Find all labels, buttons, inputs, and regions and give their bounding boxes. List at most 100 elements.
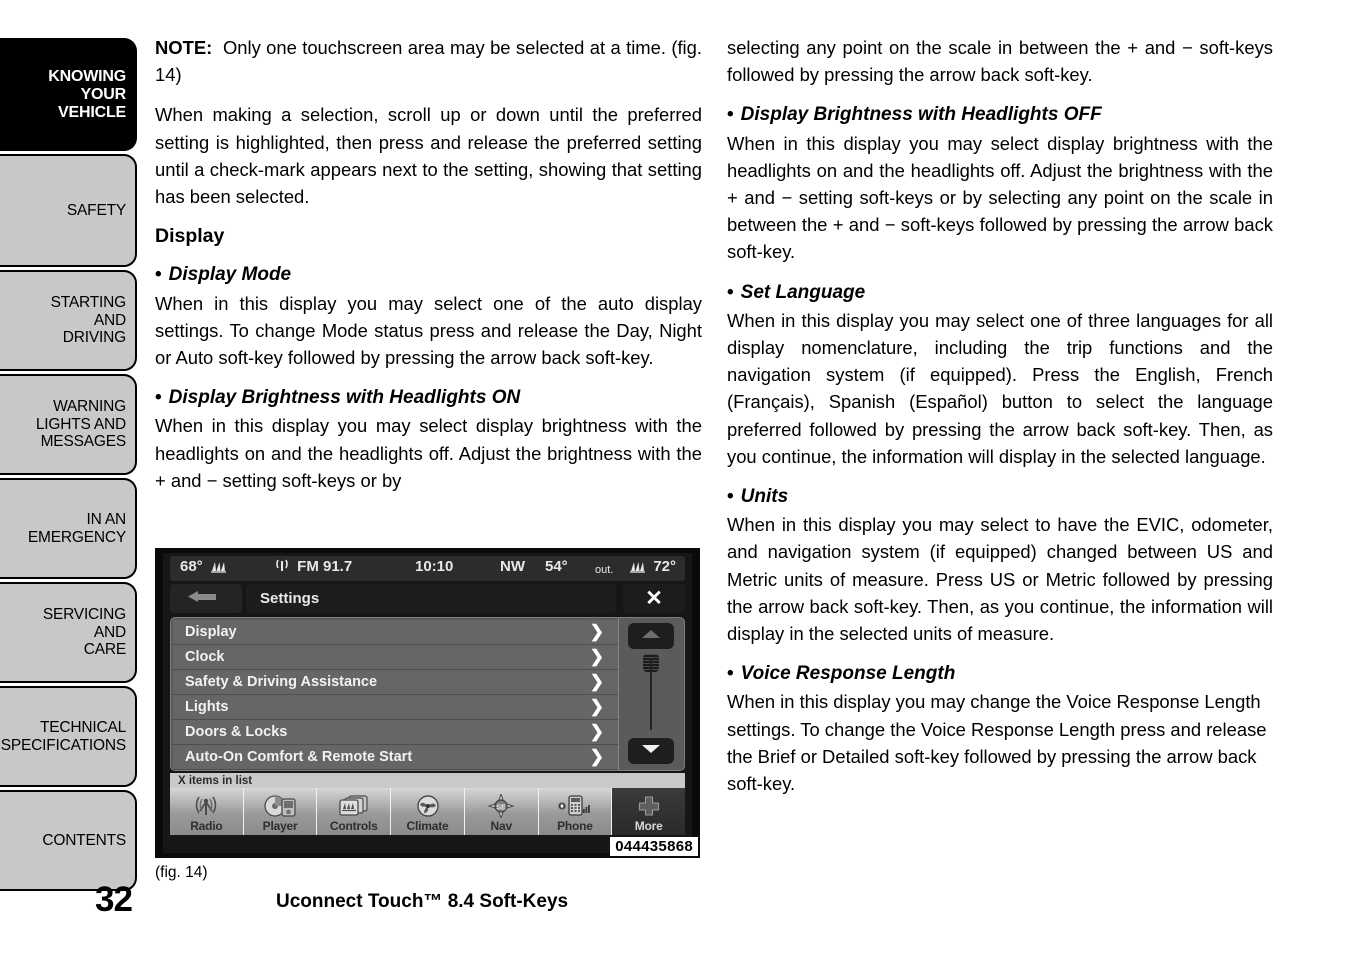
- scroll-track[interactable]: [650, 658, 652, 730]
- soft-key-label: Phone: [557, 819, 593, 833]
- close-soft-key[interactable]: ✕: [623, 584, 685, 613]
- climate-fan-icon: [413, 793, 443, 819]
- soft-key-label: Nav: [490, 819, 513, 833]
- sidebar-item-safety[interactable]: SAFETY: [0, 154, 137, 267]
- section-tab-rail: KNOWING YOUR VEHICLE SAFETY STARTING AND…: [0, 38, 137, 894]
- sidebar-item-starting-and-driving[interactable]: STARTING AND DRIVING: [0, 270, 137, 371]
- soft-key-label: Radio: [190, 819, 223, 833]
- list-item[interactable]: Safety & Driving Assistance ❯: [173, 670, 618, 695]
- screen-title-row: Settings ✕: [170, 584, 685, 613]
- phone-icon: [557, 793, 593, 819]
- soft-key-radio[interactable]: Radio: [170, 788, 244, 835]
- bullet-dot-icon: •: [155, 264, 162, 286]
- bullet-brightness-headlights-on: • Display Brightness with Headlights ON: [155, 384, 702, 411]
- controls-icon: [336, 793, 372, 819]
- paragraph-set-language: When in this display you may select one …: [727, 309, 1273, 467]
- soft-key-label: More: [634, 819, 663, 833]
- paragraph-brightness-headlights-off: When in this display you may select disp…: [727, 132, 1273, 263]
- radio-antenna-icon: [191, 793, 221, 819]
- scroll-up-button[interactable]: [628, 623, 674, 649]
- list-item[interactable]: Auto-On Comfort & Remote Start ❯: [173, 745, 618, 770]
- figure-caption: (fig. 14): [155, 864, 208, 881]
- paragraph-units: When in this display you may select to h…: [727, 514, 1273, 645]
- running-footer: Uconnect Touch™ 8.4 Soft-Keys: [276, 891, 569, 912]
- paragraph-continued-from-left: selecting any point on the scale in betw…: [727, 37, 1273, 86]
- settings-list-panel: Display ❯ Clock ❯ Safety & Driving Assis…: [170, 617, 685, 771]
- list-item-label: Safety & Driving Assistance: [185, 674, 378, 690]
- chevron-right-icon: ❯: [589, 747, 604, 766]
- right-text-column: selecting any point on the scale in betw…: [727, 34, 1273, 810]
- scroll-down-button[interactable]: [628, 738, 674, 764]
- list-scrollbar[interactable]: [618, 618, 684, 770]
- triangle-down-icon: [640, 742, 662, 760]
- bullet-brightness-on-label: Display Brightness with Headlights ON: [168, 387, 521, 409]
- triangle-up-icon: [640, 627, 662, 645]
- navigation-compass-icon: SE: [486, 793, 516, 819]
- list-item-label: Auto-On Comfort & Remote Start: [185, 749, 413, 765]
- sidebar-item-technical-specifications[interactable]: TECHNICAL SPECIFICATIONS: [0, 686, 137, 787]
- back-arrow-icon: [186, 589, 226, 609]
- fan-icon: [629, 560, 646, 577]
- soft-key-nav[interactable]: SE Nav: [464, 788, 539, 835]
- outside-temperature-label: out.: [595, 564, 614, 576]
- list-item[interactable]: Display ❯: [173, 620, 618, 645]
- sidebar-item-label: STARTING AND DRIVING: [50, 294, 127, 347]
- paragraph-voice-response-length: When in this display you may change the …: [727, 691, 1267, 795]
- fan-icon: [210, 560, 227, 577]
- sidebar-item-warning-lights-and-messages[interactable]: WARNING LIGHTS AND MESSAGES: [0, 374, 137, 475]
- sidebar-item-knowing-your-vehicle[interactable]: KNOWING YOUR VEHICLE: [0, 38, 137, 151]
- clock-time: 10:10: [415, 558, 454, 575]
- sidebar-item-label: SAFETY: [66, 201, 126, 219]
- note-body: Only one touchscreen area may be selecte…: [155, 37, 702, 86]
- sidebar-item-in-an-emergency[interactable]: IN AN EMERGENCY: [0, 478, 137, 579]
- page-number: 32: [95, 880, 133, 919]
- bullet-dot-icon: •: [727, 663, 734, 685]
- antenna-icon: [275, 559, 289, 576]
- media-player-icon: [263, 793, 297, 819]
- paragraph-brightness-headlights-on: When in this display you may select disp…: [155, 415, 702, 491]
- sidebar-item-label: CONTENTS: [42, 831, 126, 849]
- bullet-dot-icon: •: [727, 281, 734, 303]
- chevron-right-icon: ❯: [589, 697, 604, 716]
- soft-key-player[interactable]: Player: [243, 788, 318, 835]
- chevron-right-icon: ❯: [589, 672, 604, 691]
- list-item[interactable]: Doors & Locks ❯: [173, 720, 618, 745]
- list-item-label: Lights: [185, 699, 229, 715]
- paragraph-display-mode: When in this display you may select one …: [155, 292, 702, 369]
- sidebar-item-label: WARNING LIGHTS AND MESSAGES: [35, 398, 126, 451]
- items-in-list-counter: X items in list: [170, 773, 685, 788]
- soft-key-controls[interactable]: Controls: [317, 788, 392, 835]
- list-item[interactable]: Clock ❯: [173, 645, 618, 670]
- soft-key-phone[interactable]: Phone: [538, 788, 613, 835]
- svg-text:SE: SE: [497, 805, 507, 812]
- screen-title: Settings: [246, 584, 616, 613]
- bullet-dot-icon: •: [155, 387, 162, 409]
- sidebar-item-label: KNOWING YOUR VEHICLE: [48, 67, 126, 121]
- image-reference-number: 044435868: [610, 837, 698, 856]
- status-bar: 68° FM 91.7 10:10 NW 54° out. 72°: [170, 556, 685, 581]
- passenger-temperature: 72°: [626, 558, 676, 577]
- note-label: NOTE:: [155, 37, 213, 58]
- uconnect-touchscreen-photo: 68° FM 91.7 10:10 NW 54° out. 72° Settin…: [155, 548, 700, 858]
- sidebar-item-servicing-and-care[interactable]: SERVICING AND CARE: [0, 582, 137, 683]
- sidebar-item-label: TECHNICAL SPECIFICATIONS: [0, 719, 126, 754]
- settings-list: Display ❯ Clock ❯ Safety & Driving Assis…: [171, 618, 618, 770]
- bullet-brightness-off-label: Display Brightness with Headlights OFF: [740, 104, 1102, 126]
- bullet-display-mode-label: Display Mode: [168, 264, 292, 286]
- chevron-right-icon: ❯: [589, 722, 604, 741]
- chevron-right-icon: ❯: [589, 647, 604, 666]
- bullet-set-language-label: Set Language: [740, 281, 866, 303]
- bottom-soft-key-bar: Radio Player Controls Climate SE Nav Pho…: [170, 788, 686, 835]
- bullet-dot-icon: •: [727, 104, 734, 126]
- back-arrow-soft-key[interactable]: [170, 584, 242, 613]
- bullet-display-mode: • Display Mode: [155, 261, 702, 288]
- bullet-set-language: • Set Language: [727, 279, 1273, 306]
- soft-key-climate[interactable]: Climate: [391, 788, 465, 835]
- driver-temperature: 68°: [180, 558, 230, 577]
- sidebar-item-label: SERVICING AND CARE: [42, 606, 126, 659]
- soft-key-more[interactable]: More: [612, 788, 686, 835]
- sidebar-item-contents[interactable]: CONTENTS: [0, 790, 137, 891]
- bullet-dot-icon: •: [727, 486, 734, 508]
- soft-key-label: Controls: [329, 819, 378, 833]
- list-item[interactable]: Lights ❯: [173, 695, 618, 720]
